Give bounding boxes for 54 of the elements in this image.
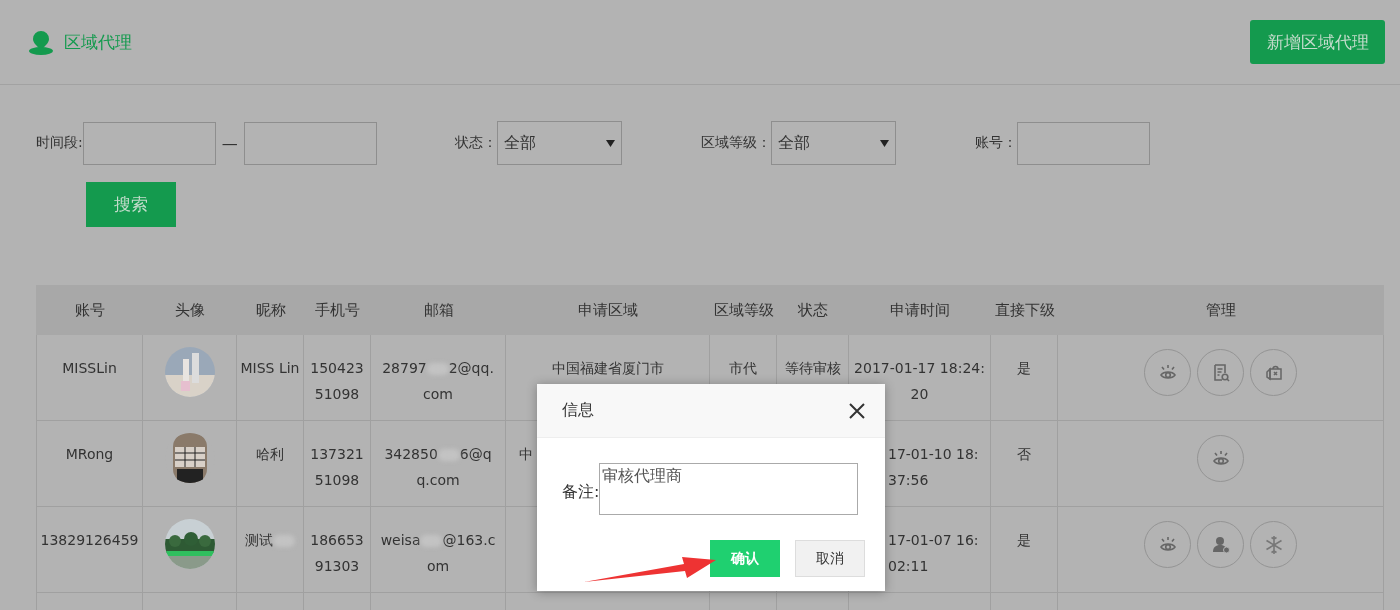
caret-icon: [605, 139, 615, 147]
column-header: 状态: [797, 299, 829, 321]
time-cell-text: 17-01-10 18:37:56: [887, 445, 980, 490]
snowflake-icon: [1263, 534, 1284, 555]
cancel-button[interactable]: 取消: [795, 540, 865, 577]
account-label: 账号：: [974, 134, 1017, 152]
range-dash: —: [221, 133, 238, 153]
region-cell-text: 中: [518, 445, 534, 464]
account-field[interactable]: [1016, 121, 1150, 165]
status-cell-text: 等待审核: [783, 359, 842, 378]
user-pin-icon: [28, 29, 54, 55]
email-cell-text: 342850 6@qq.com: [383, 445, 493, 490]
status-label: 状态：: [454, 134, 497, 152]
level-dropdown[interactable]: 全部: [770, 121, 896, 165]
email-cell-text: 28797 2@qq.com: [381, 359, 495, 404]
region-cell-text: 中国福建省厦门市: [550, 359, 665, 378]
column-header: 头像: [174, 299, 206, 321]
nickname-cell-text: 哈利: [255, 445, 285, 464]
dialog-title: 信息: [562, 400, 594, 421]
start-date-field[interactable]: [82, 121, 216, 165]
account-cell-text: 13829126459: [39, 531, 140, 550]
nickname-cell: 测试: [242, 527, 298, 553]
caret-icon: [879, 139, 889, 147]
account-cell-text: MRong: [64, 445, 115, 464]
status-dropdown[interactable]: 全部: [496, 121, 622, 165]
column-header: 直接下级: [993, 299, 1056, 321]
direct-cell-text: 是: [1016, 359, 1032, 378]
phone-cell-text: 18665391303: [309, 531, 365, 576]
column-header: 邮箱: [422, 299, 455, 321]
level-label: 区域等级：: [700, 134, 771, 152]
end-date-field[interactable]: [243, 121, 377, 165]
column-header: 账号: [73, 299, 106, 321]
phone-cell-text: 13732151098: [309, 445, 365, 490]
direct-cell-text: 是: [1016, 531, 1032, 550]
email-cell-text: weisa @163.com: [379, 531, 497, 576]
page-title: 区域代理: [64, 30, 132, 54]
column-header: 昵称: [254, 299, 287, 321]
note-field[interactable]: 审核代理商: [599, 463, 859, 515]
column-header: 申请时间: [889, 299, 951, 321]
level-cell-text: 市代: [728, 359, 758, 378]
nickname-cell-text: MISS Lin: [239, 359, 301, 378]
column-header: 手机号: [314, 299, 361, 321]
column-header: 申请区域: [577, 299, 639, 321]
period-label: 时间段:: [36, 134, 83, 152]
close-icon[interactable]: [849, 402, 865, 419]
direct-cell-text: 否: [1016, 445, 1032, 464]
account-cell-text: MISSLin: [61, 359, 118, 378]
time-cell-text: 17-01-07 16:02:11: [887, 531, 980, 576]
column-header: 区域等级: [712, 299, 775, 321]
phone-cell-text: 15042351098: [309, 359, 365, 404]
column-header: 管理: [1205, 299, 1237, 321]
note-label: 备注:: [562, 481, 600, 503]
time-cell-text: 2017-01-17 18:24:20: [853, 359, 986, 404]
user-icon: [1210, 534, 1231, 555]
